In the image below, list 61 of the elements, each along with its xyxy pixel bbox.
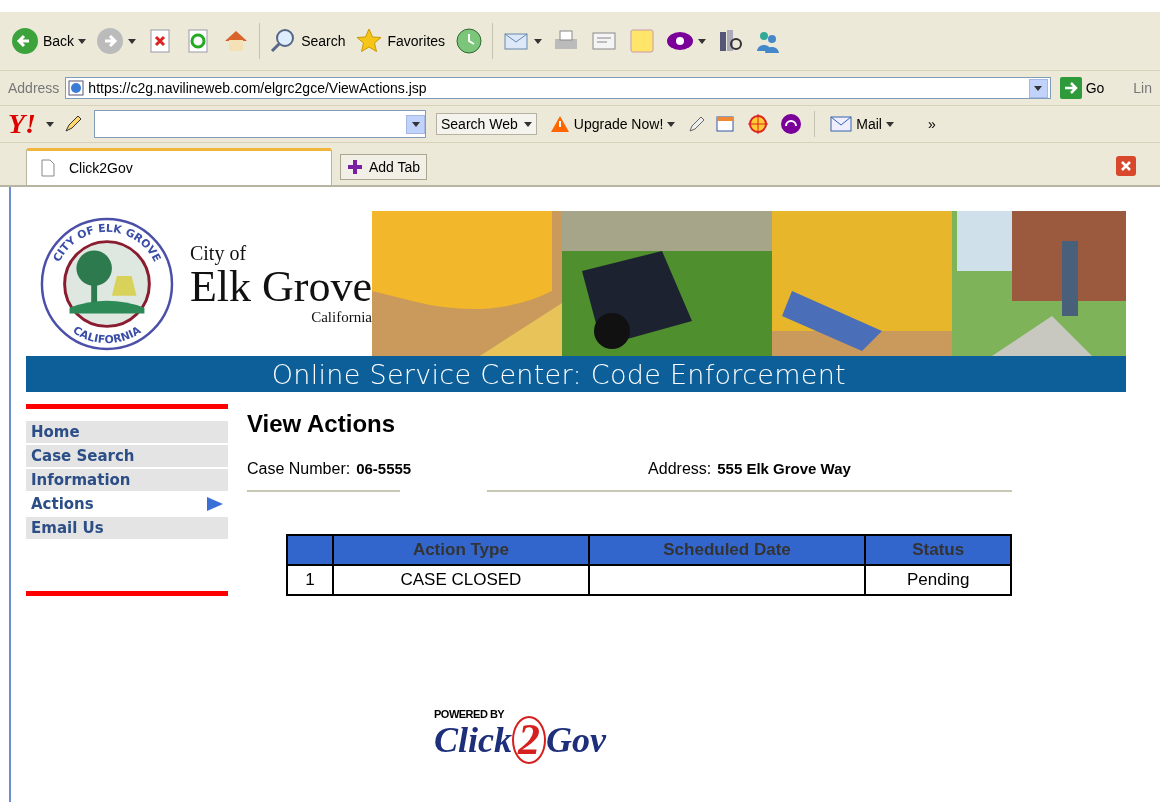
table-cell: Pending — [865, 565, 1011, 595]
back-button[interactable]: Back — [8, 25, 90, 57]
city-of-label: City of — [189, 241, 248, 265]
banner-title: Online Service Center: Code Enforcement — [26, 356, 1126, 392]
table-cell: 1 — [287, 565, 334, 595]
caret-icon — [885, 121, 894, 127]
warning-icon — [549, 115, 570, 133]
state-label: California — [311, 308, 372, 326]
brand-logo-text: Click — [434, 719, 512, 761]
city-name: Elk Grove — [189, 264, 372, 309]
clock-icon — [455, 27, 484, 55]
close-tab-button[interactable] — [1116, 156, 1136, 176]
table-cell: CASE CLOSED — [333, 565, 589, 595]
brand-logo-number: 2 — [512, 716, 546, 764]
address-value: 555 Elk Grove Way — [717, 460, 851, 477]
nav-link[interactable]: Case Search — [26, 445, 228, 467]
search-web-button[interactable]: Search Web — [436, 113, 537, 135]
page-icon — [68, 80, 85, 96]
nav-link[interactable]: Email Us — [26, 517, 228, 539]
links-label: Lin — [1133, 80, 1152, 96]
go-button[interactable]: Go — [1056, 75, 1108, 101]
star-icon — [355, 27, 384, 55]
search-button[interactable]: Search — [266, 25, 349, 57]
favorites-button[interactable]: Favorites — [352, 25, 449, 57]
browser-tab[interactable]: Click2Gov — [26, 148, 332, 185]
headphones-icon — [780, 113, 803, 135]
add-tab-button[interactable]: Add Tab — [340, 154, 428, 180]
caret-icon — [667, 121, 676, 127]
page-heading: View Actions — [247, 410, 397, 438]
dropdown-button[interactable] — [1028, 78, 1048, 98]
case-number-value: 06-5555 — [356, 460, 412, 477]
caret-icon — [411, 121, 420, 127]
nav-link[interactable]: Information — [26, 469, 228, 491]
caret-icon — [523, 121, 532, 127]
more-button[interactable]: » — [924, 114, 939, 134]
pencil-icon — [64, 115, 84, 133]
column-header: Scheduled Date — [588, 535, 866, 565]
page-icon — [41, 159, 55, 177]
nav-link[interactable]: Home — [26, 421, 228, 443]
case-number-label: Case Number: — [247, 460, 351, 478]
target-icon — [748, 114, 771, 134]
column-header: Action Type — [333, 535, 589, 565]
close-icon — [1120, 160, 1132, 172]
note-icon — [628, 27, 657, 55]
dropdown-button[interactable] — [406, 114, 425, 134]
mail-button[interactable]: Mail — [827, 114, 897, 134]
address-label: Address: — [648, 460, 712, 478]
caret-icon — [1034, 85, 1043, 91]
address-field[interactable]: https://c2g.navilineweb.com/elgrc2gce/ViewActions.jsp — [65, 77, 1051, 99]
brand-logo-text: Gov — [546, 719, 606, 761]
search-field[interactable] — [94, 110, 426, 138]
plus-icon — [347, 159, 363, 175]
upgrade-button[interactable]: Upgrade Now! — [546, 113, 679, 135]
column-header: Status — [865, 535, 1011, 565]
arrow-icon — [207, 497, 223, 511]
yahoo-logo[interactable]: Y! — [8, 108, 36, 140]
pencil-icon — [688, 115, 707, 133]
caret-icon — [46, 121, 54, 127]
address-label: Address — [8, 80, 60, 96]
powered-by-label: POWERED BY — [434, 708, 506, 720]
envelope-icon — [830, 116, 853, 132]
